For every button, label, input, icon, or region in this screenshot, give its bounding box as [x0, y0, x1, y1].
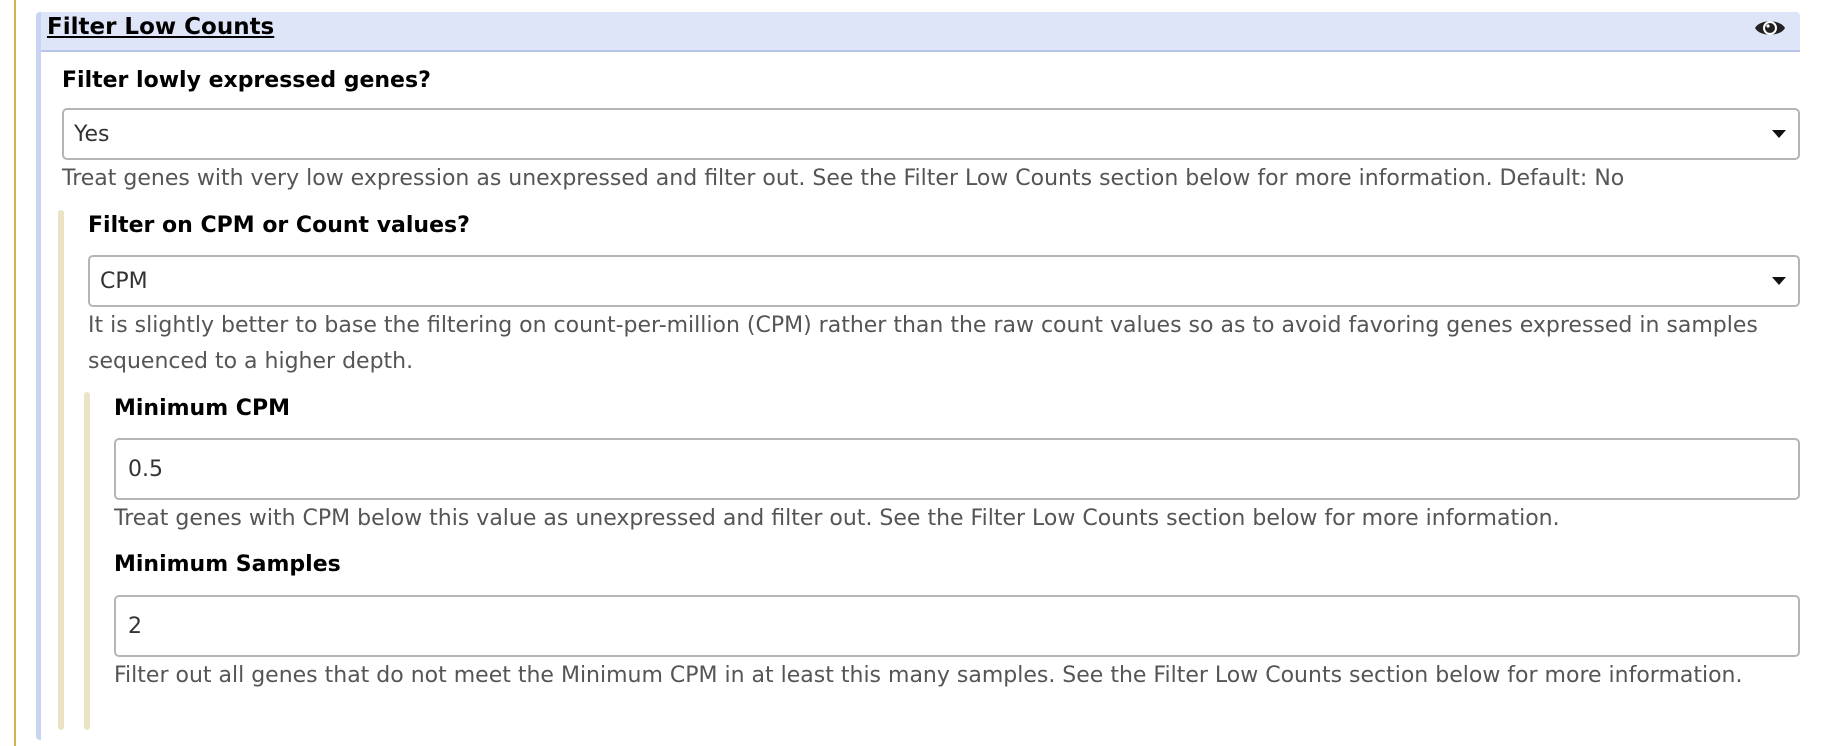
filter-on-select[interactable]: CPM — [88, 255, 1800, 307]
chevron-down-icon — [1772, 277, 1786, 285]
minimum-cpm-help: Treat genes with CPM below this value as… — [114, 506, 1560, 531]
filter-on-select-value: CPM — [100, 269, 148, 294]
conditional-group-bar — [58, 210, 64, 730]
filter-on-help: It is slightly better to base the filter… — [88, 313, 1758, 374]
chevron-down-icon — [1772, 130, 1786, 138]
eye-icon[interactable] — [1754, 17, 1786, 39]
minimum-cpm-label: Minimum CPM — [114, 396, 290, 421]
filter-lowly-select-value: Yes — [74, 122, 110, 147]
minimum-samples-label: Minimum Samples — [114, 552, 341, 577]
nested-conditional-group-bar — [84, 392, 90, 730]
section-title[interactable]: Filter Low Counts — [47, 14, 274, 40]
filter-lowly-help: Treat genes with very low expression as … — [62, 166, 1625, 191]
section-header[interactable] — [41, 12, 1800, 52]
minimum-samples-input[interactable] — [114, 595, 1800, 657]
filter-lowly-label: Filter lowly expressed genes? — [62, 68, 431, 93]
minimum-samples-help: Filter out all genes that do not meet th… — [114, 663, 1743, 688]
minimum-cpm-input[interactable] — [114, 438, 1800, 500]
filter-on-label: Filter on CPM or Count values? — [88, 213, 470, 238]
filter-lowly-select[interactable]: Yes — [62, 108, 1800, 160]
